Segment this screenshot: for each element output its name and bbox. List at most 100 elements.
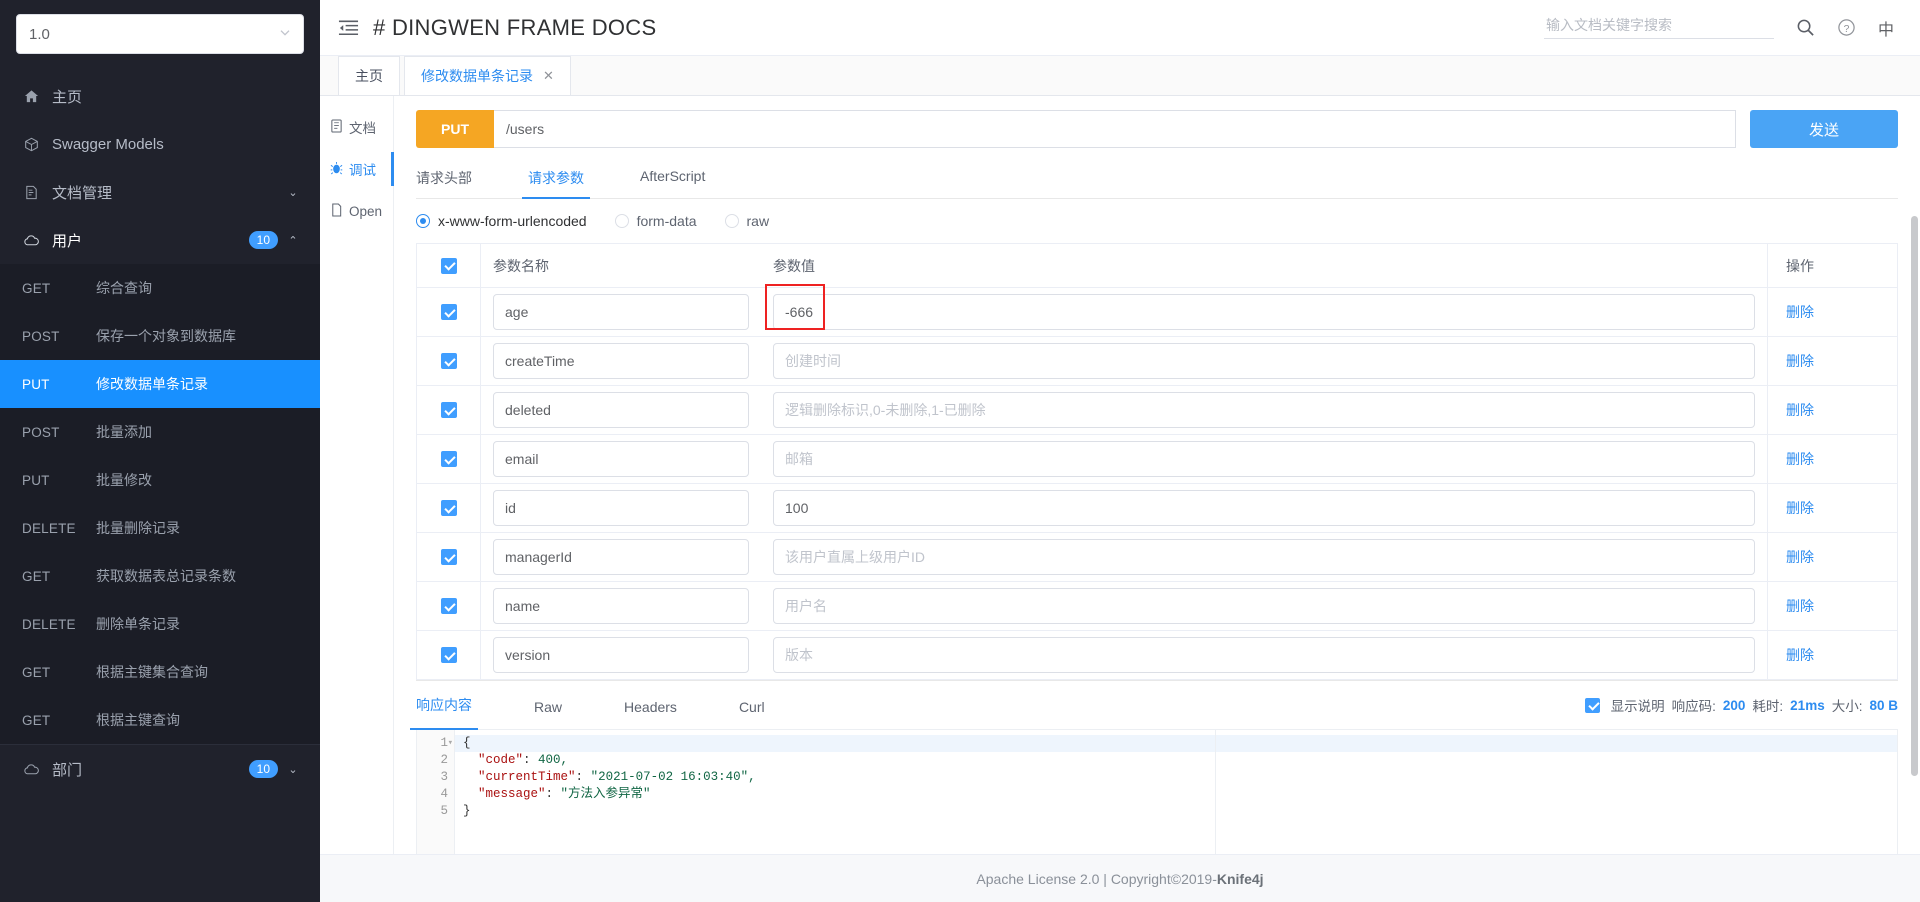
param-value-input[interactable] [773,539,1755,575]
search-box[interactable] [1543,16,1774,39]
sidebar-subitem[interactable]: POST 批量添加 [0,408,320,456]
param-name-input[interactable] [493,588,749,624]
endpoint-name: 根据主键查询 [96,712,180,728]
status-code-value: 200 [1722,697,1746,713]
param-value-input[interactable] [773,343,1755,379]
sidebar-subitem[interactable]: PUT 批量修改 [0,456,320,504]
delete-row-link[interactable]: 删除 [1786,596,1814,616]
sidebar-subitem[interactable]: GET 根据主键集合查询 [0,648,320,696]
tab-response-curl[interactable]: Curl [739,699,765,729]
row-checkbox[interactable] [440,451,457,467]
row-check-cell [417,631,481,679]
param-name-input[interactable] [493,539,749,575]
param-name-cell [481,539,761,575]
http-method: GET [22,568,51,584]
param-value-cell [761,637,1767,673]
sidebar-subitem[interactable]: GET 根据主键查询 [0,696,320,744]
param-name-input[interactable] [493,490,749,526]
vertical-scrollbar[interactable] [1911,216,1918,776]
param-name-input[interactable] [493,294,749,330]
delete-row-link[interactable]: 删除 [1786,302,1814,322]
row-checkbox[interactable] [440,549,457,565]
delete-row-link[interactable]: 删除 [1786,400,1814,420]
row-checkbox[interactable] [440,402,457,418]
close-icon[interactable]: ✕ [543,68,554,84]
show-description-checkbox[interactable] [1584,697,1600,713]
tab-edit-record[interactable]: 修改数据单条记录 ✕ [404,56,571,95]
param-value-input[interactable] [773,637,1755,673]
param-value-input[interactable] [773,441,1755,477]
tab-response-headers[interactable]: Headers [624,699,677,729]
send-button[interactable]: 发送 [1750,110,1898,148]
row-checkbox[interactable] [440,647,457,663]
param-name-cell [481,588,761,624]
sidenav-item-doc[interactable]: 文档 [320,106,393,148]
sidebar-item-label: 主页 [52,88,83,106]
request-url-input[interactable]: /users [494,110,1736,148]
sidenav-label: 调试 [349,163,376,178]
select-all-checkbox[interactable] [440,257,457,274]
http-method: GET [22,712,51,728]
sidebar-item-swagger-models[interactable]: Swagger Models [0,120,320,168]
cloud-icon [20,233,42,248]
code-line: } [463,804,471,818]
search-input[interactable] [1543,16,1774,34]
param-value-input[interactable] [773,294,1755,330]
row-checkbox[interactable] [440,304,457,320]
sidenav-item-open[interactable]: Open [320,190,393,232]
sidebar-subitem[interactable]: POST 保存一个对象到数据库 [0,312,320,360]
radio-urlencoded[interactable]: x-www-form-urlencoded [416,213,587,229]
sidebar-subitem[interactable]: GET 获取数据表总记录条数 [0,552,320,600]
sidebar-item-departments[interactable]: 部门 10 ⌄ [0,745,320,793]
param-name-input[interactable] [493,441,749,477]
sidebar-item-doc-manage[interactable]: 文档管理 ⌄ [0,168,320,216]
tab-request-headers[interactable]: 请求头部 [416,158,472,198]
sidebar-subitem[interactable]: DELETE 删除单条记录 [0,600,320,648]
delete-row-link[interactable]: 删除 [1786,351,1814,371]
delete-row-link[interactable]: 删除 [1786,449,1814,469]
language-toggle[interactable]: 中 [1878,16,1894,40]
sidebar-subitem-selected[interactable]: PUT 修改数据单条记录 [0,360,320,408]
search-icon[interactable] [1796,18,1815,37]
tab-response-body[interactable]: 响应内容 [410,695,478,730]
version-select[interactable]: 1.0 [16,14,304,54]
tab-response-raw[interactable]: Raw [534,699,562,729]
row-checkbox[interactable] [440,598,457,614]
json-key: "message" [478,787,546,801]
param-value-input[interactable] [773,588,1755,624]
sidebar-item-users[interactable]: 用户 10 ⌃ [0,216,320,264]
chevron-down-icon [279,27,291,42]
tab-label: 修改数据单条记录 [421,68,533,84]
param-name-input[interactable] [493,392,749,428]
param-name-input[interactable] [493,343,749,379]
response-code-viewer[interactable]: 1 2 3 4 5 { "code": 400, "currentTime": … [416,729,1898,854]
help-circle-icon[interactable]: ? [1837,18,1856,37]
request-url-row: PUT /users 发送 [416,110,1898,148]
sidebar-item-home[interactable]: 主页 [0,72,320,120]
row-checkbox[interactable] [440,353,457,369]
param-value-input[interactable] [773,392,1755,428]
delete-row-link[interactable]: 删除 [1786,547,1814,567]
sidebar-subitem[interactable]: DELETE 批量删除记录 [0,504,320,552]
sidebar-subitem[interactable]: GET 综合查询 [0,264,320,312]
size-label: 大小: [1831,699,1863,714]
radio-form-data[interactable]: form-data [614,213,697,229]
row-actions: 删除 [1767,386,1897,434]
row-checkbox[interactable] [440,500,457,516]
param-name-input[interactable] [493,637,749,673]
elapsed-value: 21ms [1790,697,1825,713]
http-method: DELETE [22,616,76,632]
collapse-menu-icon[interactable] [338,19,359,37]
json-value: 400, [538,753,569,767]
row-actions: 删除 [1767,533,1897,581]
http-method-badge: PUT [416,110,494,148]
radio-raw[interactable]: raw [724,213,769,229]
tab-afterscript[interactable]: AfterScript [640,158,705,198]
tab-request-params[interactable]: 请求参数 [522,158,590,199]
param-value-input[interactable] [773,490,1755,526]
http-method: GET [22,664,51,680]
delete-row-link[interactable]: 删除 [1786,645,1814,665]
sidenav-item-debug[interactable]: 调试 [320,148,394,190]
delete-row-link[interactable]: 删除 [1786,498,1814,518]
tab-home[interactable]: 主页 [338,56,400,95]
